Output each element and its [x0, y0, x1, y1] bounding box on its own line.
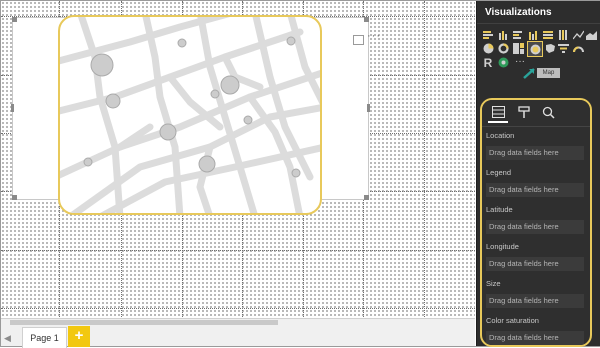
add-page-button[interactable]: + — [68, 326, 90, 347]
well-label-location: Location — [486, 131, 515, 140]
area-chart-icon[interactable] — [585, 29, 597, 40]
donut-chart-icon[interactable] — [497, 43, 509, 54]
pointer-arrow-icon — [523, 68, 535, 79]
line-chart-icon[interactable] — [572, 29, 584, 40]
custom-visual-icon[interactable] — [497, 57, 509, 68]
clustered-bar-chart-icon[interactable] — [512, 29, 524, 40]
r-script-visual-icon[interactable]: R — [482, 56, 494, 70]
treemap-icon[interactable] — [512, 43, 524, 54]
resize-handle-bl[interactable] — [12, 195, 17, 200]
report-canvas[interactable]: ··· — [1, 1, 475, 317]
fields-grid-icon — [491, 106, 505, 118]
resize-handle-right[interactable] — [367, 104, 370, 112]
street-map-icon — [60, 17, 320, 213]
100-percent-column-chart-icon[interactable] — [557, 29, 569, 40]
well-label-legend: Legend — [486, 168, 512, 177]
map-placeholder-image — [58, 15, 322, 215]
clustered-column-chart-icon[interactable] — [527, 29, 539, 40]
paint-roller-icon — [518, 105, 530, 118]
well-dropzone-color-saturation[interactable]: Drag data fields here — [486, 331, 584, 345]
well-dropzone-legend[interactable]: Drag data fields here — [486, 183, 584, 197]
resize-handle-tr[interactable] — [364, 17, 369, 22]
pie-chart-icon[interactable] — [482, 43, 494, 54]
gauge-chart-icon[interactable] — [572, 43, 584, 54]
magnifier-analytics-icon — [542, 106, 555, 119]
analytics-tab[interactable] — [538, 103, 558, 121]
100-percent-bar-chart-icon[interactable] — [542, 29, 554, 40]
page-nav-prev-icon[interactable]: ◀ — [4, 333, 11, 344]
resize-handle-tl[interactable] — [12, 17, 17, 22]
well-label-size: Size — [486, 279, 501, 288]
map-visual-icon[interactable] — [527, 41, 543, 57]
filled-map-icon[interactable] — [544, 43, 556, 54]
well-dropzone-size[interactable]: Drag data fields here — [486, 294, 584, 308]
stacked-column-chart-icon[interactable] — [497, 29, 509, 40]
visual-tooltip: Map — [537, 68, 560, 78]
funnel-chart-icon[interactable] — [557, 43, 569, 54]
resize-handle-left[interactable] — [11, 104, 14, 112]
well-label-latitude: Latitude — [486, 205, 513, 214]
pane-tabs — [482, 100, 590, 127]
panel-divider — [477, 23, 600, 24]
well-dropzone-latitude[interactable]: Drag data fields here — [486, 220, 584, 234]
stacked-bar-chart-icon[interactable] — [482, 29, 494, 40]
page-tab-1[interactable]: Page 1 — [22, 327, 67, 348]
well-label-longitude: Longitude — [486, 242, 519, 251]
visual-more-options[interactable]: ··· — [367, 30, 381, 42]
well-dropzone-location[interactable]: Drag data fields here — [486, 146, 584, 160]
well-dropzone-longitude[interactable]: Drag data fields here — [486, 257, 584, 271]
fields-tab[interactable] — [488, 103, 508, 123]
focus-mode-icon[interactable] — [353, 35, 364, 45]
well-label-color-saturation: Color saturation — [486, 316, 539, 325]
panel-title: Visualizations — [485, 7, 552, 18]
horizontal-scrollbar[interactable] — [10, 320, 278, 325]
format-tab[interactable] — [514, 103, 534, 121]
field-wells-panel: Location Drag data fields here Legend Dr… — [480, 98, 592, 347]
resize-handle-br[interactable] — [364, 195, 369, 200]
